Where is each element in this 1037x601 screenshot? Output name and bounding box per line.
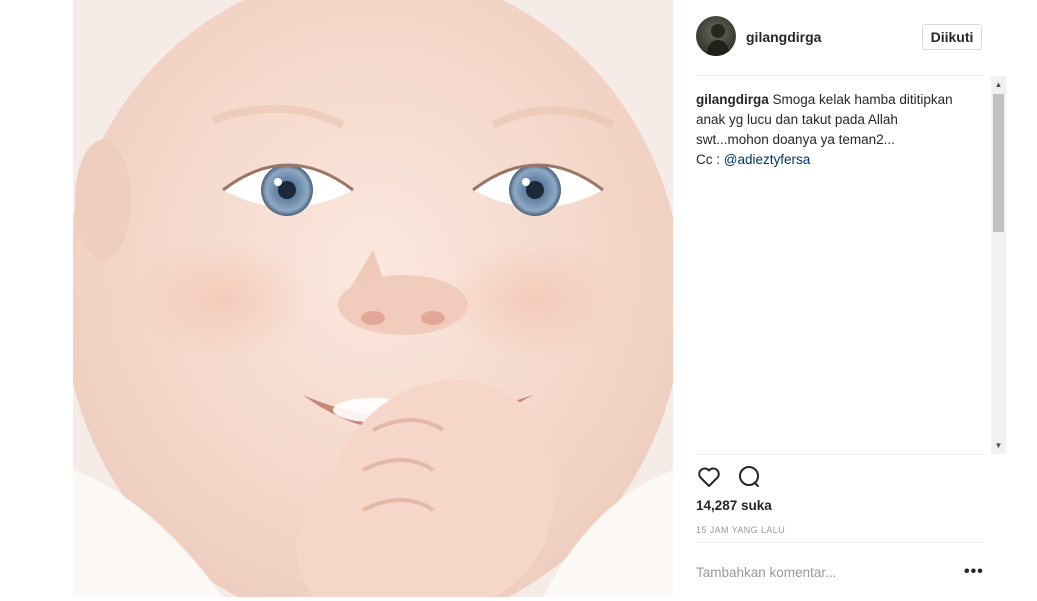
scroll-thumb[interactable] (993, 94, 1004, 232)
following-button[interactable]: Diikuti (922, 24, 982, 50)
post-side-panel: gilangdirga Diikuti gilangdirga Smoga ke… (673, 0, 1037, 601)
post-timestamp[interactable]: 15 JAM YANG LALU (696, 525, 785, 535)
caption-author[interactable]: gilangdirga (696, 92, 769, 107)
scroll-up-arrow-icon[interactable]: ▲ (991, 76, 1006, 93)
more-options-icon[interactable]: ••• (964, 563, 984, 581)
post-header: gilangdirga Diikuti (696, 16, 984, 58)
actions-divider (696, 454, 984, 455)
caption-mention[interactable]: @adieztyfersa (724, 152, 811, 167)
likes-count[interactable]: 14,287 suka (696, 498, 772, 513)
scroll-down-arrow-icon[interactable]: ▼ (991, 437, 1006, 454)
comment-icon[interactable] (736, 464, 762, 490)
baby-photo-illustration (73, 0, 673, 597)
post-photo[interactable] (73, 0, 673, 597)
comments-area[interactable]: gilangdirga Smoga kelak hamba dititipkan… (696, 76, 1006, 454)
avatar-image (706, 24, 730, 56)
comments-scrollbar[interactable]: ▲ ▼ (991, 76, 1006, 454)
comment-input[interactable] (696, 562, 936, 582)
caption-cc-prefix: Cc : (696, 152, 724, 167)
post-caption: gilangdirga Smoga kelak hamba dititipkan… (696, 90, 971, 170)
comment-divider (696, 542, 984, 543)
avatar[interactable] (696, 16, 736, 56)
post-username[interactable]: gilangdirga (746, 29, 821, 45)
heart-icon[interactable] (696, 464, 722, 490)
